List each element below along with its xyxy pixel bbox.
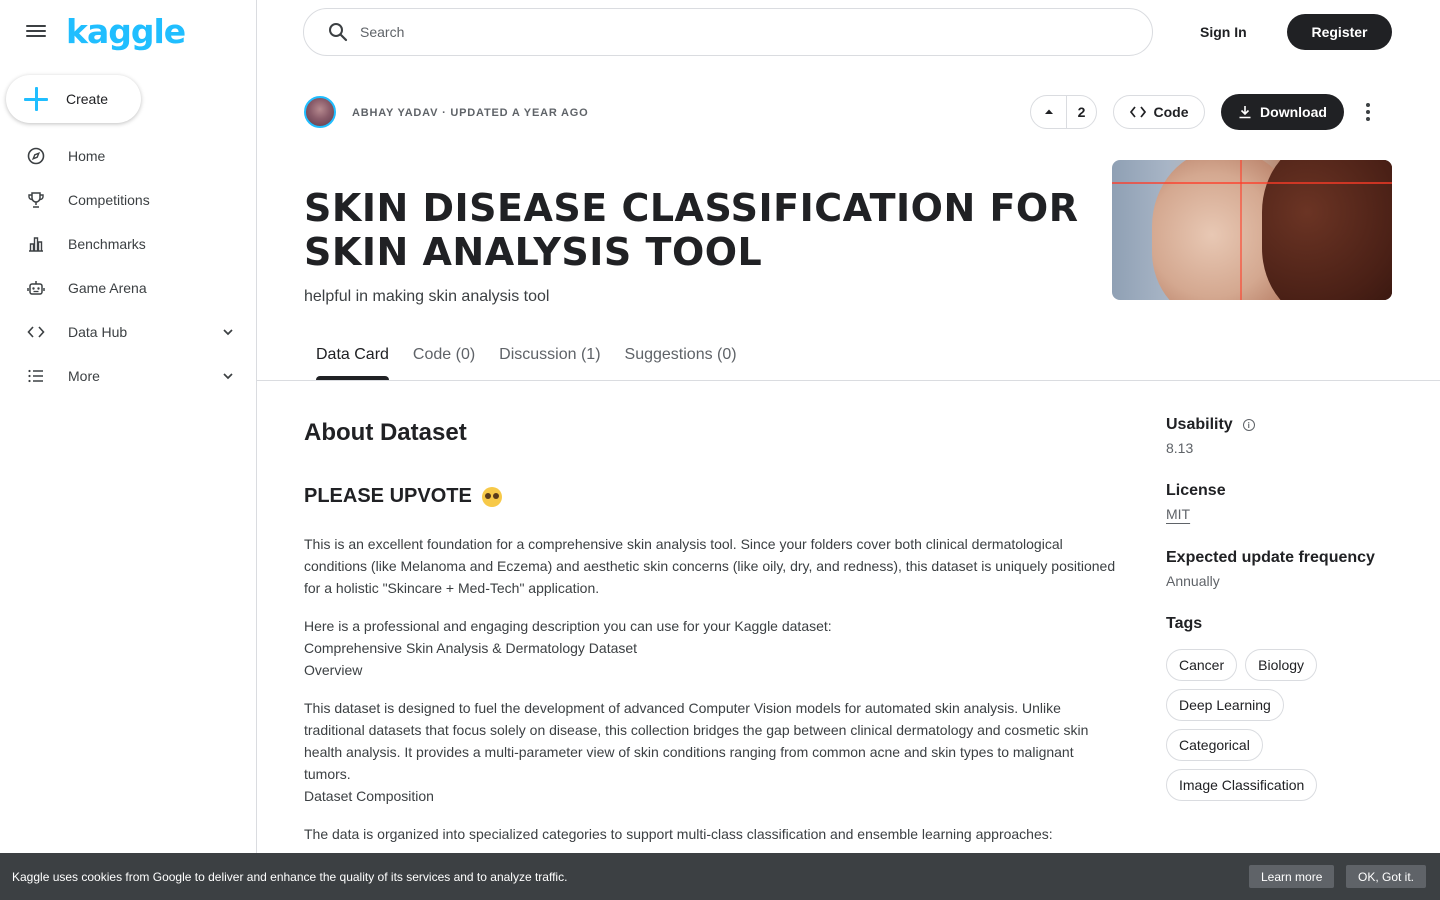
about-heading: About Dataset — [304, 419, 467, 446]
sidebar-item-label: Competitions — [68, 192, 150, 208]
kaggle-logo[interactable]: kaggle — [66, 12, 186, 51]
create-button[interactable]: Create — [6, 75, 141, 123]
upvote-button[interactable] — [1031, 96, 1067, 128]
sidebar-nav: Home Competitions Benchmarks Game Arena … — [0, 134, 256, 398]
info-icon[interactable]: i — [1242, 419, 1255, 431]
metadata-panel: Usability i 8.13 License MIT Expected up… — [1166, 416, 1396, 809]
cookie-banner: Kaggle uses cookies from Google to deliv… — [0, 853, 1440, 900]
sidebar-item-benchmarks[interactable]: Benchmarks — [0, 222, 256, 266]
register-button[interactable]: Register — [1287, 14, 1392, 50]
create-label: Create — [66, 91, 109, 107]
sidebar-item-home[interactable]: Home — [0, 134, 256, 178]
avatar[interactable] — [304, 96, 336, 128]
page-subtitle: helpful in making skin analysis tool — [304, 288, 550, 305]
search-icon — [328, 22, 348, 42]
tag-chip[interactable]: Deep Learning — [1166, 689, 1284, 721]
plus-icon — [24, 87, 48, 111]
frequency-value: Annually — [1166, 573, 1220, 589]
tab-bar: Data Card Code (0) Discussion (1) Sugges… — [304, 338, 749, 380]
license-link[interactable]: MIT — [1166, 506, 1190, 522]
description-line: Here is a professional and engaging desc… — [304, 618, 832, 634]
description-paragraph: This dataset is designed to fuel the dev… — [304, 697, 1124, 807]
menu-icon[interactable] — [24, 22, 48, 42]
frequency-heading: Expected update frequency — [1166, 549, 1375, 566]
license-heading: License — [1166, 482, 1226, 499]
upvote-heading: PLEASE UPVOTE — [304, 485, 502, 508]
robot-icon — [26, 278, 46, 298]
description-paragraph: This is an excellent foundation for a co… — [304, 536, 1116, 596]
sidebar: kaggle Create Home Competitions Benchmar… — [0, 0, 257, 900]
usability-value: 8.13 — [1166, 440, 1194, 456]
tags-heading: Tags — [1166, 615, 1203, 632]
compass-icon — [26, 146, 46, 166]
vote-count: 2 — [1077, 104, 1086, 120]
bar-chart-icon — [26, 234, 46, 254]
description-paragraph: The data is organized into specialized c… — [304, 826, 1053, 842]
sidebar-item-label: Benchmarks — [68, 236, 146, 252]
ok-got-it-button[interactable]: OK, Got it. — [1346, 865, 1427, 888]
tag-chip[interactable]: Cancer — [1166, 649, 1238, 681]
tag-chip[interactable]: Image Classification — [1166, 769, 1318, 801]
vote-control: 2 — [1030, 95, 1097, 129]
usability-heading: Usability i — [1166, 416, 1396, 434]
more-options-icon[interactable] — [1356, 100, 1380, 124]
description-line: Overview — [304, 662, 363, 678]
description-paragraph: Here is a professional and engaging desc… — [304, 615, 1124, 681]
tab-discussion[interactable]: Discussion (1) — [487, 338, 612, 380]
usability-label: Usability — [1166, 416, 1233, 433]
dataset-cover-image — [1112, 160, 1392, 300]
tag-list: Cancer Biology Deep Learning Categorical… — [1166, 649, 1396, 809]
sidebar-item-more[interactable]: More — [0, 354, 256, 398]
sidebar-item-label: Data Hub — [68, 324, 128, 340]
sidebar-item-data-hub[interactable]: Data Hub — [0, 310, 256, 354]
code-button-label: Code — [1153, 104, 1189, 120]
tab-code[interactable]: Code (0) — [401, 338, 487, 380]
cookie-text: Kaggle uses cookies from Google to deliv… — [12, 869, 568, 884]
dataset-meta: ABHAY YADAV · UPDATED A YEAR AGO — [352, 107, 589, 119]
sidebar-item-label: Game Arena — [68, 280, 147, 296]
upvote-heading-text: PLEASE UPVOTE — [304, 485, 472, 507]
code-icon — [26, 322, 46, 342]
page-title: SKIN DISEASE CLASSIFICATION FOR SKIN ANA… — [304, 186, 1079, 274]
sidebar-item-label: More — [68, 368, 100, 384]
code-button[interactable]: Code — [1113, 95, 1205, 129]
tag-chip[interactable]: Biology — [1245, 649, 1318, 681]
chevron-down-icon[interactable] — [220, 368, 236, 384]
search-input[interactable] — [360, 24, 1060, 40]
description-line: Dataset Composition — [304, 788, 434, 804]
description-line: This dataset is designed to fuel the dev… — [304, 700, 1089, 782]
sidebar-item-competitions[interactable]: Competitions — [0, 178, 256, 222]
learn-more-button[interactable]: Learn more — [1249, 865, 1335, 888]
sign-in-button[interactable]: Sign In — [1188, 14, 1259, 50]
description-line: Comprehensive Skin Analysis & Dermatolog… — [304, 640, 638, 656]
tab-suggestions[interactable]: Suggestions (0) — [613, 338, 749, 380]
search-bar[interactable] — [303, 8, 1153, 56]
chevron-down-icon[interactable] — [220, 324, 236, 340]
tag-chip[interactable]: Categorical — [1166, 729, 1263, 761]
code-icon — [1129, 105, 1146, 119]
pleading-face-icon — [481, 486, 502, 507]
caret-up-icon — [1043, 106, 1055, 118]
download-button-label: Download — [1260, 104, 1327, 120]
download-icon — [1238, 105, 1252, 119]
tab-data-card[interactable]: Data Card — [304, 338, 401, 380]
download-button[interactable]: Download — [1221, 94, 1344, 130]
sidebar-item-game-arena[interactable]: Game Arena — [0, 266, 256, 310]
trophy-icon — [26, 190, 46, 210]
divider — [257, 380, 1440, 381]
list-icon — [26, 366, 46, 386]
sidebar-item-label: Home — [68, 148, 106, 164]
